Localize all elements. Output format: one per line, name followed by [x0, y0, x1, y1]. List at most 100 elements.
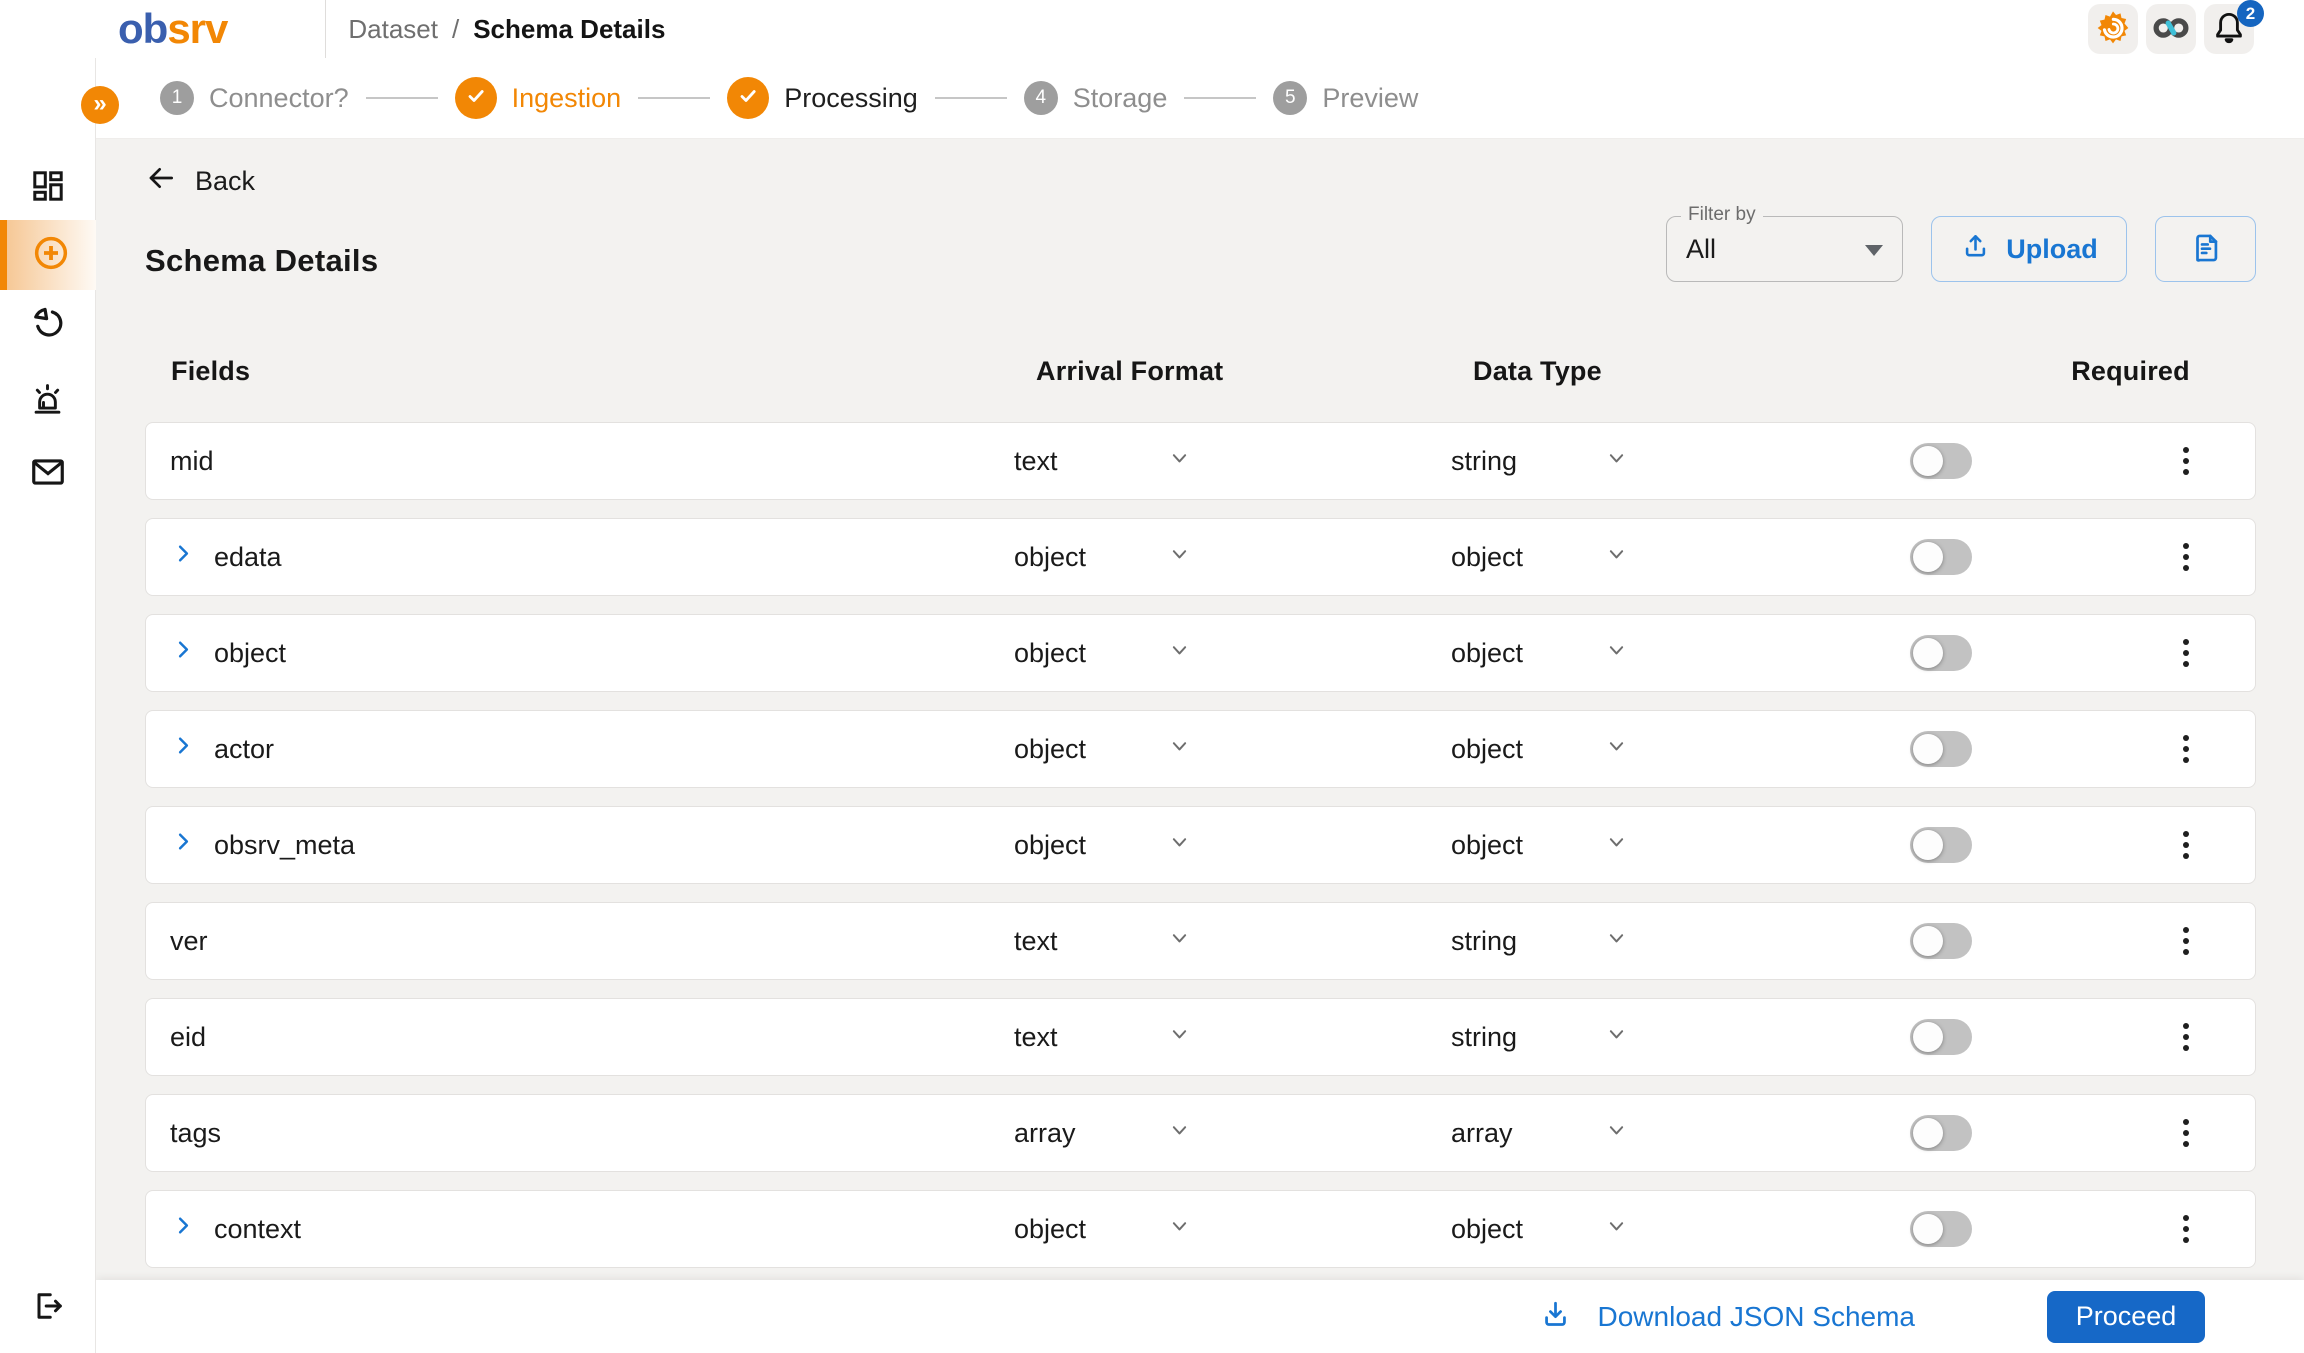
step-circle[interactable] — [455, 77, 497, 119]
back-button[interactable]: Back — [145, 162, 255, 201]
arrival-format-select[interactable]: object — [1014, 1212, 1451, 1246]
data-type-select[interactable]: object — [1451, 1212, 1906, 1246]
row-menu-button[interactable] — [2175, 631, 2197, 675]
arrival-format-select[interactable]: object — [1014, 636, 1451, 670]
arrival-format-select[interactable]: object — [1014, 540, 1451, 574]
expand-row-icon[interactable] — [170, 828, 197, 862]
toggle-thumb — [1913, 1214, 1943, 1244]
sidebar-item-alerts[interactable] — [0, 380, 96, 420]
arrival-format-value: text — [1014, 1022, 1166, 1053]
stepper-steps: 1 Connector? Ingestion Processing — [160, 77, 1418, 119]
upload-icon — [1960, 230, 1991, 268]
app-logo[interactable]: obsrv — [118, 5, 227, 53]
chevron-down-icon — [1166, 1020, 1193, 1054]
arrival-format-select[interactable]: text — [1014, 444, 1451, 478]
required-toggle[interactable] — [1910, 1019, 1972, 1055]
filter-by-select[interactable]: Filter by All — [1666, 216, 1903, 282]
required-cell — [1910, 1211, 1972, 1247]
step-connector — [638, 97, 710, 99]
arrival-format-select[interactable]: object — [1014, 732, 1451, 766]
step-circle[interactable]: 5 — [1273, 81, 1307, 115]
chevron-down-icon — [1603, 540, 1630, 574]
download-json-schema-link[interactable]: Download JSON Schema — [1539, 1297, 1915, 1337]
expand-row-icon[interactable] — [170, 1212, 197, 1246]
sidebar-item-messages[interactable] — [0, 453, 96, 494]
arrival-format-select[interactable]: object — [1014, 828, 1451, 862]
table-row: context object object — [145, 1190, 2256, 1268]
proceed-button[interactable]: Proceed — [2047, 1291, 2205, 1343]
toggle-thumb — [1913, 542, 1943, 572]
data-type-select[interactable]: object — [1451, 636, 1906, 670]
notifications-button[interactable]: 2 — [2204, 4, 2254, 54]
required-toggle[interactable] — [1910, 635, 1972, 671]
row-menu-button[interactable] — [2175, 919, 2197, 963]
required-toggle[interactable] — [1910, 731, 1972, 767]
expand-row-icon[interactable] — [170, 636, 197, 670]
json-schema-view-button[interactable] — [2155, 216, 2256, 282]
data-type-select[interactable]: string — [1451, 924, 1906, 958]
field-name: eid — [170, 1022, 206, 1053]
required-toggle[interactable] — [1910, 1211, 1972, 1247]
data-type-select[interactable]: string — [1451, 1020, 1906, 1054]
chevron-down-icon — [1166, 924, 1193, 958]
step-circle[interactable]: 1 — [160, 81, 194, 115]
required-toggle[interactable] — [1910, 923, 1972, 959]
field-cell: obsrv_meta — [170, 828, 1014, 862]
mail-icon — [29, 453, 67, 494]
sidebar-item-logout[interactable] — [0, 1288, 96, 1327]
required-toggle[interactable] — [1910, 443, 1972, 479]
upload-button[interactable]: Upload — [1931, 216, 2127, 282]
data-type-value: object — [1451, 734, 1603, 765]
field-name: mid — [170, 446, 214, 477]
toggle-thumb — [1913, 1022, 1943, 1052]
row-menu-button[interactable] — [2175, 727, 2197, 771]
row-actions-cell — [2175, 535, 2197, 579]
arrival-format-select[interactable]: array — [1014, 1116, 1451, 1150]
sidebar-expand-button[interactable]: » — [81, 86, 119, 124]
sidebar-item-new-dataset[interactable] — [0, 220, 96, 290]
siren-alert-icon — [29, 380, 66, 420]
arrival-format-select[interactable]: text — [1014, 924, 1451, 958]
field-cell: object — [170, 636, 1014, 670]
table-header: Fields Arrival Format Data Type Required — [145, 356, 2256, 387]
step-label: Storage — [1073, 83, 1168, 114]
row-menu-button[interactable] — [2175, 1111, 2197, 1155]
breadcrumb-dataset-link[interactable]: Dataset — [348, 14, 438, 45]
field-cell: tags — [170, 1118, 1014, 1149]
row-actions-cell — [2175, 1207, 2197, 1251]
toggle-thumb — [1913, 638, 1943, 668]
grafana-icon — [2093, 8, 2133, 51]
required-toggle[interactable] — [1910, 1115, 1972, 1151]
required-toggle[interactable] — [1910, 539, 1972, 575]
sidebar-item-dashboard[interactable] — [0, 168, 96, 207]
step-circle[interactable]: 4 — [1024, 81, 1058, 115]
data-type-select[interactable]: object — [1451, 540, 1906, 574]
grafana-button[interactable] — [2088, 4, 2138, 54]
row-menu-button[interactable] — [2175, 535, 2197, 579]
add-dataset-icon — [31, 233, 71, 278]
arrival-format-select[interactable]: text — [1014, 1020, 1451, 1054]
expand-row-icon[interactable] — [170, 540, 197, 574]
upload-label: Upload — [2006, 234, 2098, 265]
row-menu-button[interactable] — [2175, 823, 2197, 867]
back-label: Back — [195, 166, 255, 197]
data-type-select[interactable]: object — [1451, 828, 1906, 862]
toggle-thumb — [1913, 926, 1943, 956]
data-type-select[interactable]: object — [1451, 732, 1906, 766]
row-menu-button[interactable] — [2175, 1207, 2197, 1251]
obsrv-loop-button[interactable] — [2146, 4, 2196, 54]
expand-row-icon[interactable] — [170, 732, 197, 766]
row-actions-cell — [2175, 631, 2197, 675]
check-icon — [736, 84, 760, 113]
required-toggle[interactable] — [1910, 827, 1972, 863]
data-type-select[interactable]: string — [1451, 444, 1906, 478]
step-circle[interactable] — [727, 77, 769, 119]
sidebar-item-metrics[interactable] — [0, 304, 96, 344]
row-menu-button[interactable] — [2175, 1015, 2197, 1059]
arrival-format-value: object — [1014, 542, 1166, 573]
row-menu-button[interactable] — [2175, 439, 2197, 483]
chevron-down-icon — [1166, 444, 1193, 478]
data-type-value: object — [1451, 830, 1603, 861]
app-root: obsrv Dataset / Schema Details — [0, 0, 2304, 1353]
data-type-select[interactable]: array — [1451, 1116, 1906, 1150]
